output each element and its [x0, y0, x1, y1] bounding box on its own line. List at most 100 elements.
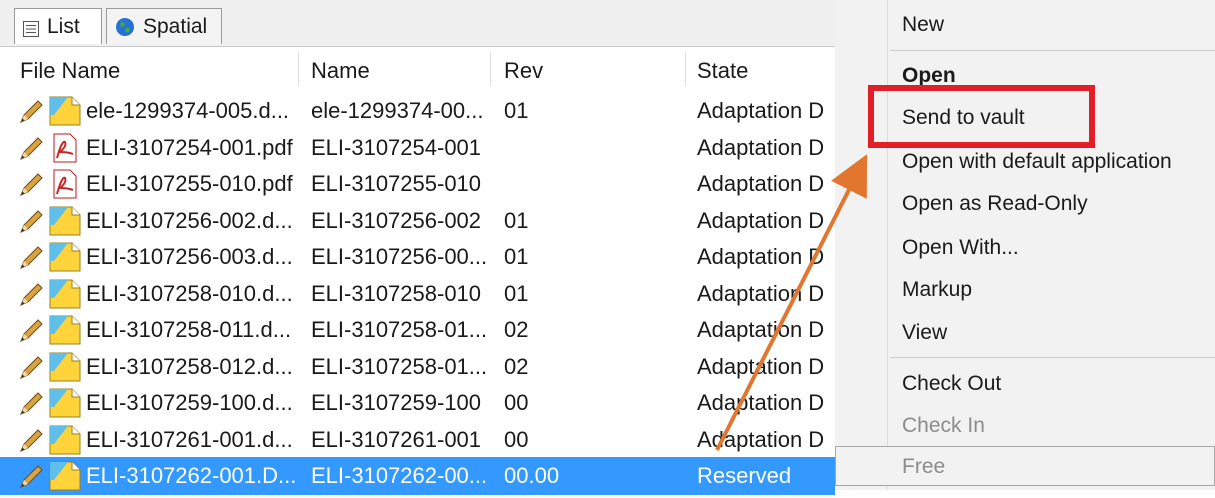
table-row[interactable]: ELI-3107259-100.d... ELI-3107259-100 00 Ada…: [0, 384, 835, 422]
checked-out-pencil-icon: [18, 389, 44, 417]
cell-file-name: ELI-3107261-001.d...: [86, 426, 293, 452]
cell-state: Adaptation D: [697, 317, 825, 342]
cell-file-name: ELI-3107258-010.d...: [86, 280, 293, 306]
menu-icon-gutter: [887, 0, 888, 490]
menu-separator: [890, 50, 1215, 51]
send-to-vault-highlight-box: [868, 85, 1095, 148]
drawing-icon: [48, 241, 82, 273]
menu-item-new[interactable]: New: [902, 13, 944, 37]
list-view-icon: [23, 19, 39, 37]
cell-rev: 01: [504, 207, 529, 233]
cell-state: Adaptation D: [697, 390, 825, 415]
pdf-icon: [48, 132, 82, 164]
context-menu: New Open Send to vault Open with default…: [835, 0, 1215, 490]
menu-item-markup[interactable]: Markup: [902, 278, 972, 302]
cell-rev: 01: [504, 98, 529, 123]
tab-list-label: List: [47, 14, 80, 38]
menu-item-free-box: Free: [835, 446, 1215, 486]
cell-rev: 02: [504, 317, 529, 342]
column-divider[interactable]: [298, 52, 299, 86]
menu-item-free: Free: [902, 455, 946, 478]
drawing-icon: [48, 314, 82, 346]
menu-item-check-out[interactable]: Check Out: [902, 372, 1001, 396]
drawing-icon: [48, 387, 82, 419]
checked-out-pencil-icon: [18, 243, 44, 271]
cell-state: Adaptation D: [697, 171, 825, 196]
cell-file-name: ELI-3107258-011.d...: [86, 317, 292, 342]
cell-file-name: ELI-3107255-010.pdf: [86, 171, 293, 196]
column-header-state[interactable]: State: [697, 58, 748, 84]
drawing-icon: [48, 95, 82, 127]
cell-rev: 00.00: [504, 463, 560, 488]
file-list-panel: List Spatial File Name Name Rev State el…: [0, 0, 835, 495]
pdf-icon: [48, 168, 82, 200]
checked-out-pencil-icon: [18, 280, 44, 308]
menu-item-open-default-application[interactable]: Open with default application: [902, 150, 1172, 174]
cell-state: Adaptation D: [697, 426, 825, 452]
checked-out-pencil-icon: [18, 426, 44, 454]
column-divider[interactable]: [490, 52, 491, 86]
cell-name: ELI-3107254-001: [311, 134, 482, 160]
table-row[interactable]: ele-1299374-005.d... ele-1299374-00... 01 A…: [0, 92, 835, 130]
cell-rev: 00: [504, 426, 529, 452]
checked-out-pencil-icon: [18, 353, 44, 381]
checked-out-pencil-icon: [18, 97, 44, 125]
cell-state: Adaptation D: [697, 207, 825, 233]
drawing-icon: [48, 278, 82, 310]
checked-out-pencil-icon: [18, 134, 44, 162]
drawing-icon: [48, 351, 82, 383]
menu-item-open-read-only[interactable]: Open as Read-Only: [902, 192, 1088, 216]
checked-out-pencil-icon: [18, 170, 44, 198]
menu-item-view[interactable]: View: [902, 321, 947, 345]
menu-item-open-with[interactable]: Open With...: [902, 236, 1019, 260]
table-row[interactable]: ELI-3107256-002.d... ELI-3107256-002 01 Ada…: [0, 202, 835, 240]
cell-file-name: ele-1299374-005.d...: [86, 98, 290, 123]
drawing-icon: [48, 460, 82, 492]
tab-spatial-label: Spatial: [143, 14, 208, 38]
drawing-icon: [48, 205, 82, 237]
cell-state: Reserved: [697, 463, 792, 488]
cell-rev: 01: [504, 244, 529, 269]
column-header-rev[interactable]: Rev: [504, 58, 543, 84]
table-row[interactable]: ELI-3107258-010.d... ELI-3107258-010 01 Ada…: [0, 275, 835, 313]
table-row[interactable]: ELI-3107261-001.d... ELI-3107261-001 00 Ada…: [0, 421, 835, 459]
cell-state: Adaptation D: [697, 134, 825, 160]
column-header-row: File Name Name Rev State: [0, 48, 835, 90]
tab-list[interactable]: List: [14, 8, 102, 44]
cell-file-name: ELI-3107254-001.pdf: [86, 134, 293, 160]
cell-name: ELI-3107259-100: [311, 390, 482, 415]
cell-file-name: ELI-3107256-002.d...: [86, 207, 293, 233]
cell-file-name: ELI-3107259-100.d...: [86, 390, 293, 415]
cell-state: Adaptation D: [697, 280, 825, 306]
globe-icon: [115, 17, 135, 37]
cell-name: ELI-3107256-00...: [311, 244, 488, 269]
column-header-name[interactable]: Name: [311, 58, 370, 84]
table-row[interactable]: ELI-3107262-001.D... ELI-3107262-00... 00.…: [0, 457, 835, 495]
cell-file-name: ELI-3107262-001.D...: [86, 463, 296, 488]
menu-separator: [890, 357, 1215, 358]
cell-rev: 00: [504, 390, 529, 415]
drawing-icon: [48, 424, 82, 456]
cell-name: ELI-3107255-010: [311, 171, 482, 196]
table-row[interactable]: ELI-3107254-001.pdf ELI-3107254-001 Adapta…: [0, 129, 835, 167]
cell-name: ELI-3107261-001: [311, 426, 482, 452]
checked-out-pencil-icon: [18, 316, 44, 344]
column-divider[interactable]: [685, 52, 686, 86]
table-row[interactable]: ELI-3107258-012.d... ELI-3107258-01... 02 A…: [0, 348, 835, 386]
tab-spatial[interactable]: Spatial: [106, 8, 222, 44]
cell-state: Adaptation D: [697, 353, 825, 379]
cell-rev: 02: [504, 353, 529, 379]
cell-name: ELI-3107258-01...: [311, 353, 488, 379]
checked-out-pencil-icon: [18, 207, 44, 235]
cell-file-name: ELI-3107258-012.d...: [86, 353, 293, 379]
table-row[interactable]: ELI-3107258-011.d... ELI-3107258-01... 02 A…: [0, 311, 835, 349]
table-row[interactable]: ELI-3107255-010.pdf ELI-3107255-010 Adapta…: [0, 165, 835, 203]
menu-item-check-in: Check In: [902, 414, 985, 437]
column-header-file-name[interactable]: File Name: [20, 58, 120, 84]
table-row[interactable]: ELI-3107256-003.d... ELI-3107256-00... 01 A…: [0, 238, 835, 276]
cell-state: Adaptation D: [697, 98, 825, 123]
cell-rev: 01: [504, 280, 529, 306]
cell-name: ELI-3107256-002: [311, 207, 482, 233]
cell-file-name: ELI-3107256-003.d...: [86, 244, 293, 269]
cell-name: ELI-3107258-010: [311, 280, 482, 306]
